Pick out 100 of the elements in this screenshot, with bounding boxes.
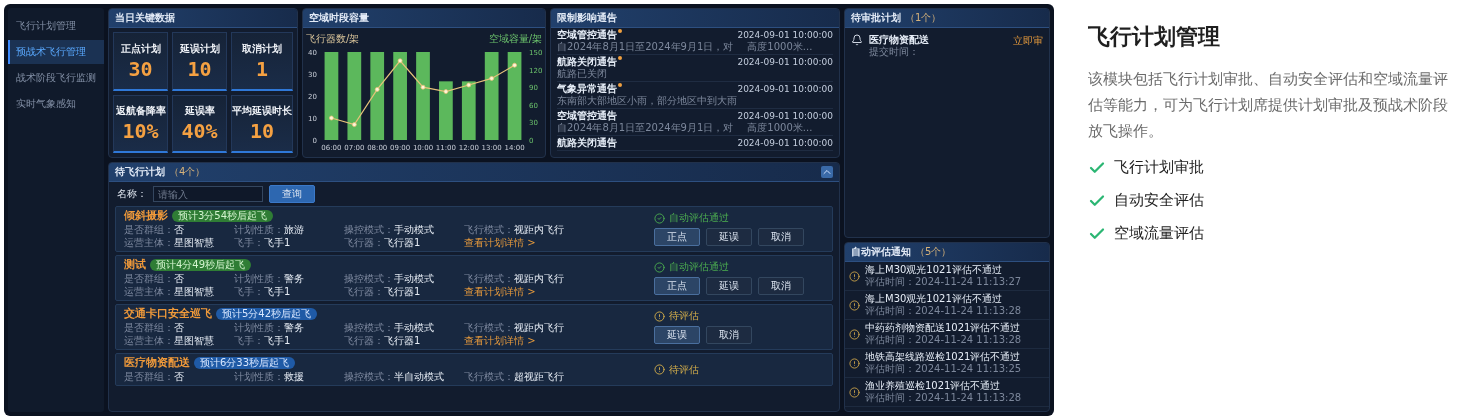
sidebar-item[interactable]: 飞行计划管理: [8, 14, 104, 38]
notice-text: 高度1000米...: [747, 41, 813, 53]
notice-title[interactable]: 空域管控通告: [557, 29, 617, 41]
search-button[interactable]: 查询: [269, 185, 315, 203]
metric-label: 正点计划: [120, 41, 161, 56]
notice-title[interactable]: 气象异常通告: [557, 83, 617, 95]
field-text: 飞行模式：视距内飞行: [464, 224, 565, 236]
notice-time: 2024-09-01 10:00:00: [737, 29, 833, 41]
eta-badge: 预计5分42秒后起飞: [216, 308, 318, 320]
metric-value: 30: [128, 57, 153, 80]
action-button[interactable]: 正点: [654, 228, 700, 246]
details-link[interactable]: 查看计划详情 >: [464, 237, 584, 249]
notice-title[interactable]: 空域管控通告: [557, 110, 617, 122]
notice-text: 自2024年8月1日至2024年9月1日，对: [557, 122, 734, 134]
alert-icon: [849, 270, 860, 282]
item-count: （4个）: [169, 165, 206, 179]
alert-icon: [849, 299, 860, 311]
alert-icon: [849, 386, 860, 398]
item-count: （1个）: [905, 11, 942, 25]
action-button[interactable]: 取消: [758, 277, 804, 295]
feature-title: 飞行计划管理: [1088, 23, 1221, 51]
notice-text: 自2024年8月1日至2024年9月1日，对: [557, 41, 734, 53]
eval-time: 评估时间：2024-11-24 11:13:28: [865, 305, 1023, 317]
eta-badge: 预计4分49秒后起飞: [150, 259, 252, 271]
field-text: 操控模式：手动模式: [344, 224, 435, 236]
data-point: [443, 88, 449, 94]
bell-icon: [851, 34, 863, 46]
data-point: [512, 62, 517, 68]
data-point: [374, 86, 380, 92]
data-point: [351, 121, 357, 127]
field-text: 计划性质：旅游: [234, 224, 305, 236]
alert-icon: [849, 328, 860, 340]
field-text: 计划性质：救援: [234, 371, 305, 383]
collapse-button[interactable]: [821, 166, 833, 178]
sidebar-item[interactable]: 预战术飞行管理: [8, 40, 104, 64]
status-text: 待评估: [669, 363, 699, 376]
field-text: 操控模式：手动模式: [344, 273, 435, 285]
notice-text: 东南部大部地区小雨，部分地区中到大雨: [557, 95, 737, 107]
panel-title: 待飞行计划: [115, 165, 165, 179]
approve-link[interactable]: 立即审: [1013, 34, 1043, 48]
eval-time: 评估时间：2024-11-24 11:13:25: [865, 363, 1023, 375]
notice-title[interactable]: 航路关闭通告: [557, 137, 617, 149]
axis-title: 空域容量/架: [488, 32, 542, 44]
metric-value: 10: [187, 57, 212, 80]
notice-title[interactable]: 航路关闭通告: [557, 56, 617, 68]
metric-label: 取消计划: [242, 41, 282, 56]
details-link[interactable]: 查看计划详情 >: [464, 286, 584, 298]
metric-value: 10: [249, 120, 275, 143]
data-point: [420, 84, 426, 90]
eval-title[interactable]: 海上M30观光1021评估不通过: [865, 264, 1045, 276]
action-button[interactable]: 取消: [758, 228, 804, 246]
eval-title[interactable]: 海上M30观光1021评估不通过: [865, 293, 1045, 305]
notice-time: 2024-09-01 10:00:00: [737, 110, 833, 122]
field-text: 飞行器：飞行器1: [344, 335, 422, 347]
eval-title[interactable]: 中药药剂物资配送1021评估不通过: [865, 322, 1045, 334]
action-button[interactable]: 取消: [706, 326, 752, 344]
sidebar-item[interactable]: 实时气象感知: [8, 92, 104, 116]
field-text: 飞行模式：超视距飞行: [464, 371, 565, 383]
eval-time: 评估时间：2024-11-24 11:13:28: [865, 392, 1023, 404]
eval-time: 评估时间：2024-11-24 11:13:27: [865, 276, 1023, 288]
eta-badge: 预计6分33秒后起飞: [194, 357, 296, 369]
field-text: 计划性质：警务: [234, 273, 305, 285]
plan-name: 交通卡口安全巡飞: [124, 307, 212, 321]
field-text: 飞行模式：视距内飞行: [464, 273, 565, 285]
feature-item: 飞行计划审批: [1114, 158, 1204, 177]
metric-value: 1: [255, 57, 268, 80]
data-point: [397, 57, 403, 63]
status-text: 待评估: [669, 310, 699, 322]
data-point: [466, 82, 472, 87]
eval-title[interactable]: 地铁高架线路巡检1021评估不通过: [865, 351, 1045, 363]
plan-name: 测试: [124, 258, 146, 272]
search-field[interactable]: 请输入: [153, 186, 263, 202]
field-text: 是否群组：否: [124, 371, 185, 383]
action-button[interactable]: 延误: [706, 277, 752, 295]
action-button[interactable]: 正点: [654, 277, 700, 295]
panel-title: 当日关键数据: [115, 11, 175, 25]
submit-time: 提交时间：: [869, 46, 920, 58]
field-text: 是否群组：否: [124, 273, 185, 285]
field-text: 运营主体：星图智慧: [124, 286, 215, 298]
eval-title[interactable]: 渔业养殖巡检1021评估不通过: [865, 380, 1045, 392]
field-text: 飞行器：飞行器1: [344, 286, 422, 298]
details-link[interactable]: 查看计划详情 >: [464, 335, 584, 347]
action-button[interactable]: 延误: [654, 326, 700, 344]
eval-time: 评估时间：2024-11-24 11:13:28: [865, 334, 1023, 346]
field-text: 飞手：飞手1: [234, 335, 292, 347]
data-point: [329, 115, 334, 120]
notice-time: 2024-09-01 10:00:00: [737, 137, 833, 149]
metric-value: 10%: [122, 120, 159, 143]
field-label: 名称：: [117, 187, 147, 201]
sidebar-item[interactable]: 战术阶段飞行监测: [8, 66, 104, 90]
field-text: 飞行器：飞行器1: [344, 237, 422, 249]
notice-time: 2024-09-01 10:00:00: [737, 56, 833, 68]
plan-name: 倾斜摄影: [124, 209, 168, 223]
metric-label: 延误率: [184, 104, 215, 119]
panel-title: 空域时段容量: [309, 11, 369, 25]
metric-value: 40%: [181, 120, 218, 143]
feature-item: 自动安全评估: [1114, 191, 1204, 210]
alert-icon: [849, 357, 860, 369]
field-text: 计划性质：警务: [234, 322, 305, 334]
action-button[interactable]: 延误: [706, 228, 752, 246]
